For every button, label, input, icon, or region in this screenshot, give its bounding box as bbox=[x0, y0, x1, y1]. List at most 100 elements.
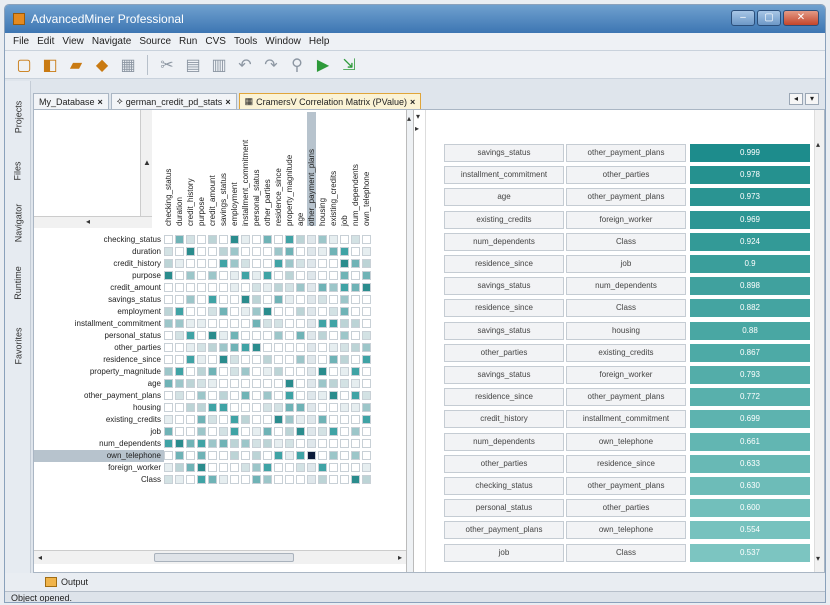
matrix-cell[interactable] bbox=[274, 319, 283, 328]
matrix-cell[interactable] bbox=[318, 463, 327, 472]
matrix-cell[interactable] bbox=[219, 439, 228, 448]
matrix-cell[interactable] bbox=[197, 379, 206, 388]
matrix-cell[interactable] bbox=[230, 283, 239, 292]
matrix-cell[interactable] bbox=[197, 247, 206, 256]
matrix-cell[interactable] bbox=[241, 259, 250, 268]
matrix-cell[interactable] bbox=[252, 439, 261, 448]
matrix-cell[interactable] bbox=[307, 415, 316, 424]
menu-file[interactable]: File bbox=[9, 36, 33, 47]
matrix-cell[interactable] bbox=[175, 379, 184, 388]
matrix-cell[interactable] bbox=[285, 319, 294, 328]
matrix-cell[interactable] bbox=[164, 427, 173, 436]
matrix-cell[interactable] bbox=[230, 271, 239, 280]
matrix-cell[interactable] bbox=[351, 295, 360, 304]
matrix-cell[interactable] bbox=[219, 271, 228, 280]
matrix-cell[interactable] bbox=[274, 271, 283, 280]
matrix-cell[interactable] bbox=[208, 427, 217, 436]
collapse-down-icon[interactable]: ▾ bbox=[416, 112, 420, 121]
new-file-icon[interactable]: ▢ bbox=[13, 54, 35, 76]
matrix-cell[interactable] bbox=[175, 475, 184, 484]
matrix-cell[interactable] bbox=[329, 439, 338, 448]
matrix-cell[interactable] bbox=[362, 379, 371, 388]
row-header[interactable]: residence_since bbox=[34, 354, 164, 366]
close-tab-icon[interactable]: × bbox=[225, 97, 230, 107]
matrix-cell[interactable] bbox=[362, 235, 371, 244]
matrix-cell[interactable] bbox=[241, 247, 250, 256]
matrix-cell[interactable] bbox=[285, 259, 294, 268]
matrix-cell[interactable] bbox=[208, 451, 217, 460]
matrix-cell[interactable] bbox=[296, 379, 305, 388]
matrix-cell[interactable] bbox=[263, 379, 272, 388]
matrix-cell[interactable] bbox=[263, 415, 272, 424]
matrix-cell[interactable] bbox=[285, 391, 294, 400]
matrix-cell[interactable] bbox=[197, 427, 206, 436]
matrix-cell[interactable] bbox=[329, 463, 338, 472]
matrix-cell[interactable] bbox=[164, 283, 173, 292]
column-header[interactable]: duration bbox=[175, 112, 184, 226]
column-header[interactable]: housing bbox=[318, 112, 327, 226]
matrix-cell[interactable] bbox=[263, 475, 272, 484]
matrix-cell[interactable] bbox=[219, 403, 228, 412]
matrix-cell[interactable] bbox=[285, 415, 294, 424]
matrix-cell[interactable] bbox=[274, 259, 283, 268]
matrix-cell[interactable] bbox=[164, 475, 173, 484]
column-header[interactable]: personal_status bbox=[252, 112, 261, 226]
matrix-cell[interactable] bbox=[274, 307, 283, 316]
scroll-up-icon[interactable]: ▲ bbox=[143, 158, 151, 167]
matrix-cell[interactable] bbox=[285, 439, 294, 448]
matrix-cell[interactable] bbox=[274, 343, 283, 352]
corner-vertical-scrollbar[interactable]: ▲ bbox=[140, 110, 152, 228]
matrix-cell[interactable] bbox=[307, 427, 316, 436]
matrix-cell[interactable] bbox=[329, 235, 338, 244]
matrix-cell[interactable] bbox=[318, 379, 327, 388]
matrix-cell[interactable] bbox=[186, 295, 195, 304]
matrix-cell[interactable] bbox=[175, 367, 184, 376]
matrix-cell[interactable] bbox=[362, 415, 371, 424]
matrix-cell[interactable] bbox=[285, 427, 294, 436]
matrix-cell[interactable] bbox=[340, 283, 349, 292]
matrix-cell[interactable] bbox=[241, 271, 250, 280]
tab-list-button[interactable]: ▾ bbox=[805, 93, 819, 105]
matrix-cell[interactable] bbox=[362, 439, 371, 448]
matrix-cell[interactable] bbox=[230, 427, 239, 436]
row-header[interactable]: foreign_worker bbox=[34, 462, 164, 474]
matrix-cell[interactable] bbox=[164, 271, 173, 280]
column-header[interactable]: job bbox=[340, 112, 349, 226]
matrix-cell[interactable] bbox=[318, 247, 327, 256]
matrix-cell[interactable] bbox=[241, 283, 250, 292]
matrix-cell[interactable] bbox=[351, 283, 360, 292]
matrix-cell[interactable] bbox=[296, 367, 305, 376]
undo-icon[interactable]: ↶ bbox=[234, 54, 256, 76]
matrix-cell[interactable] bbox=[208, 331, 217, 340]
matrix-cell[interactable] bbox=[208, 475, 217, 484]
matrix-cell[interactable] bbox=[274, 427, 283, 436]
matrix-cell[interactable] bbox=[274, 391, 283, 400]
matrix-cell[interactable] bbox=[340, 319, 349, 328]
matrix-cell[interactable] bbox=[164, 319, 173, 328]
paste-icon[interactable]: ▥ bbox=[208, 54, 230, 76]
matrix-cell[interactable] bbox=[208, 463, 217, 472]
matrix-cell[interactable] bbox=[362, 451, 371, 460]
matrix-cell[interactable] bbox=[340, 451, 349, 460]
matrix-cell[interactable] bbox=[274, 439, 283, 448]
menu-run[interactable]: Run bbox=[175, 36, 201, 47]
output-tab[interactable]: Output bbox=[61, 577, 88, 587]
matrix-cell[interactable] bbox=[219, 451, 228, 460]
row-header[interactable]: own_telephone bbox=[34, 450, 164, 462]
matrix-cell[interactable] bbox=[252, 295, 261, 304]
redo-icon[interactable]: ↷ bbox=[260, 54, 282, 76]
matrix-cell[interactable] bbox=[241, 331, 250, 340]
matrix-cell[interactable] bbox=[197, 403, 206, 412]
matrix-cell[interactable] bbox=[241, 379, 250, 388]
matrix-cell[interactable] bbox=[175, 319, 184, 328]
menu-view[interactable]: View bbox=[58, 36, 88, 47]
matrix-cell[interactable] bbox=[230, 379, 239, 388]
matrix-cell[interactable] bbox=[208, 367, 217, 376]
matrix-cell[interactable] bbox=[296, 295, 305, 304]
matrix-cell[interactable] bbox=[219, 367, 228, 376]
row-header[interactable]: other_payment_plans bbox=[34, 390, 164, 402]
matrix-cell[interactable] bbox=[274, 475, 283, 484]
matrix-cell[interactable] bbox=[340, 271, 349, 280]
matrix-cell[interactable] bbox=[285, 463, 294, 472]
matrix-cell[interactable] bbox=[296, 271, 305, 280]
